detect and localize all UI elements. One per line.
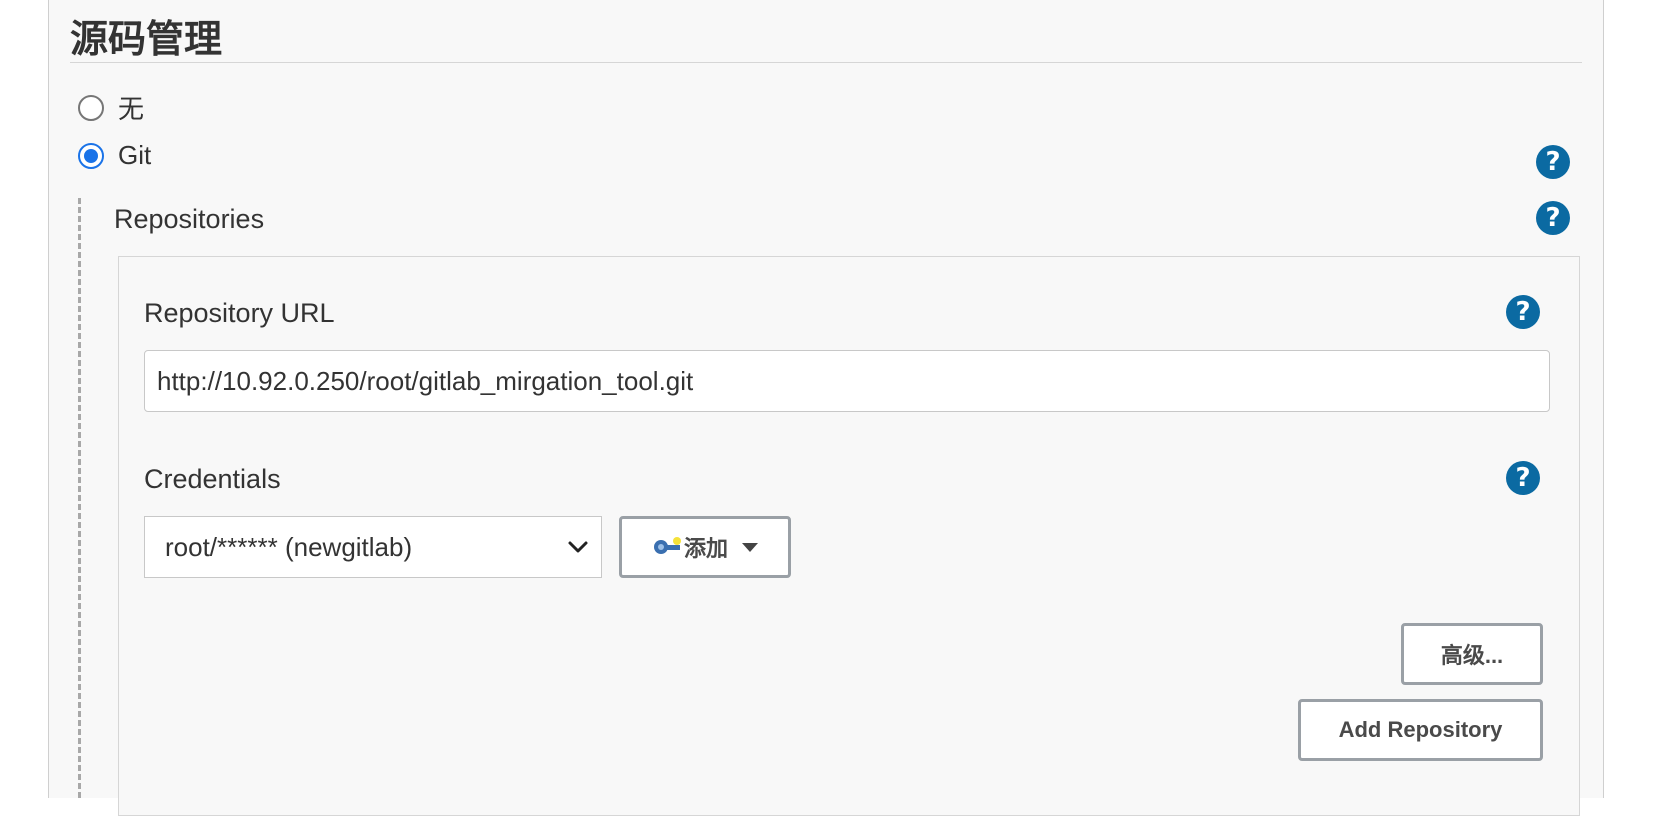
credentials-select[interactable]: root/****** (newgitlab) xyxy=(144,516,602,578)
repositories-heading: Repositories xyxy=(114,204,265,234)
radio-git-label: Git xyxy=(118,140,152,170)
caret-down-icon xyxy=(742,542,758,552)
help-icon-repositories[interactable]: ? xyxy=(1536,201,1570,235)
credentials-selected-value: root/****** (newgitlab) xyxy=(165,531,413,562)
help-icon-repository-url[interactable]: ? xyxy=(1506,295,1540,329)
repository-url-label: Repository URL xyxy=(144,298,335,328)
repository-url-input[interactable] xyxy=(144,350,1550,412)
radio-none-label: 无 xyxy=(118,94,145,124)
add-repository-button[interactable]: Add Repository xyxy=(1298,699,1543,761)
key-icon xyxy=(653,537,681,554)
credentials-label: Credentials xyxy=(144,464,281,494)
section-divider xyxy=(70,62,1582,63)
git-config-indent-line xyxy=(78,198,81,798)
scm-option-git[interactable]: Git xyxy=(78,140,151,171)
advanced-button[interactable]: 高级... xyxy=(1401,623,1543,685)
section-title: 源码管理 xyxy=(70,17,223,61)
add-credentials-label: 添加 xyxy=(683,536,728,561)
help-icon-credentials[interactable]: ? xyxy=(1506,461,1540,495)
help-icon-git[interactable]: ? xyxy=(1536,145,1570,179)
chevron-down-icon xyxy=(568,541,588,553)
add-credentials-button[interactable]: 添加 xyxy=(619,516,791,578)
radio-none[interactable] xyxy=(78,94,104,121)
scm-option-none[interactable]: 无 xyxy=(78,89,144,126)
radio-git[interactable] xyxy=(78,142,104,169)
